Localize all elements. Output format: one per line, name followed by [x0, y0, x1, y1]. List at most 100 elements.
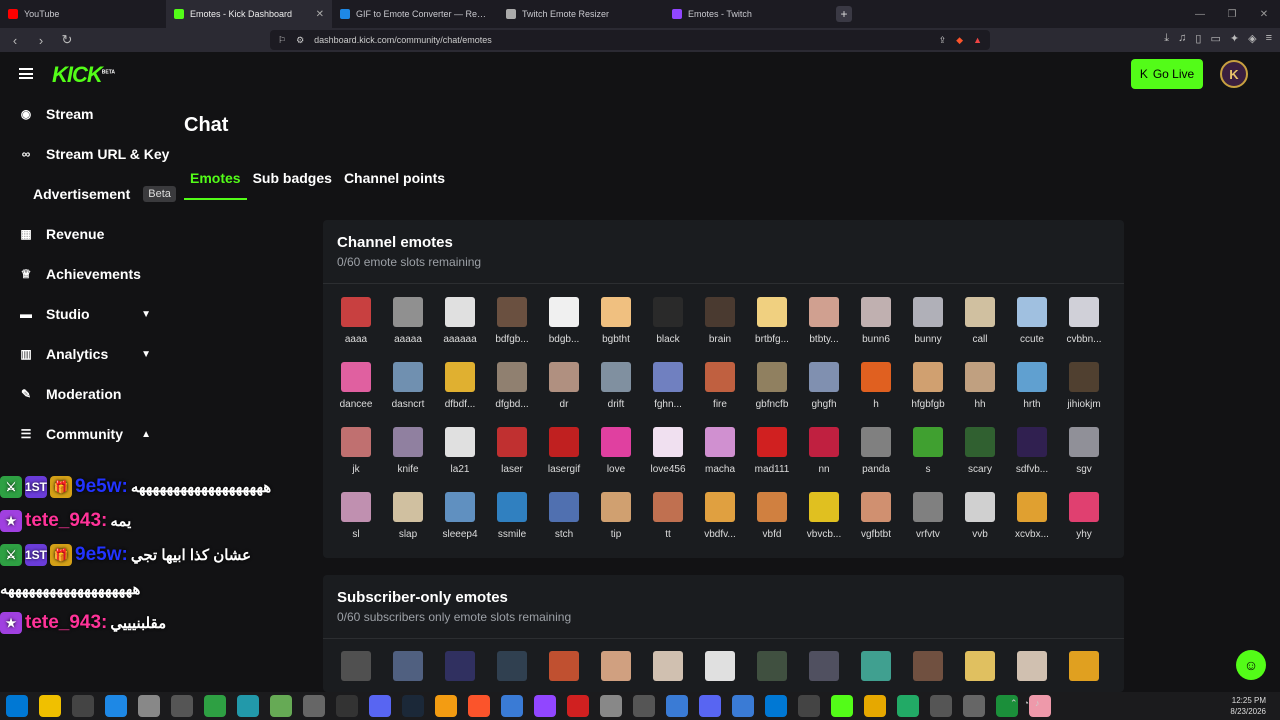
tab-channel-points[interactable]: Channel points	[338, 170, 451, 200]
emote-item[interactable]: aaaa	[330, 297, 382, 357]
media-icon[interactable]: ♫	[1178, 32, 1186, 45]
emote-item[interactable]: bdgb...	[538, 297, 590, 357]
leo-icon[interactable]: ✦	[1230, 32, 1239, 45]
taskbar-app-icon[interactable]	[797, 695, 820, 717]
emote-item[interactable]: black	[642, 297, 694, 357]
sidebar-item-advertisement[interactable]: Advertisement Beta	[0, 174, 176, 214]
taskbar-app-icon[interactable]	[104, 695, 127, 717]
emote-item[interactable]: dasncrt	[382, 362, 434, 422]
emote-item[interactable]: fire	[694, 362, 746, 422]
emote-item[interactable]: bunny	[902, 297, 954, 357]
bookmark-icon[interactable]: ⚐	[278, 35, 286, 46]
emote-item[interactable]: vbdfv...	[694, 492, 746, 552]
hamburger-menu-icon[interactable]	[19, 68, 33, 79]
taskbar-app-icon[interactable]	[335, 695, 358, 717]
emote-item[interactable]: dfgbd...	[486, 362, 538, 422]
browser-tab[interactable]: Emotes - Twitch	[664, 0, 830, 28]
emote-item[interactable]: macha	[694, 427, 746, 487]
emote-item[interactable]: s	[902, 427, 954, 487]
emote-item[interactable]: jihiokjm	[1058, 362, 1110, 422]
taskbar-app-icon[interactable]	[698, 695, 721, 717]
sidebar-item-moderation[interactable]: ✎ Moderation	[0, 374, 175, 414]
site-info-icon[interactable]: ⚙	[296, 35, 304, 46]
close-icon[interactable]: ✕	[1248, 9, 1280, 20]
emote-item[interactable]: laser	[486, 427, 538, 487]
taskbar-app-icon[interactable]	[434, 695, 457, 717]
taskbar-app-icon[interactable]	[368, 695, 391, 717]
emote-item[interactable]: slap	[382, 492, 434, 552]
taskbar-app-icon[interactable]	[830, 695, 853, 717]
go-live-button[interactable]: K Go Live	[1131, 59, 1203, 89]
taskbar-app-icon[interactable]	[269, 695, 292, 717]
taskbar-app-icon[interactable]	[137, 695, 160, 717]
emote-item[interactable]: tt	[642, 492, 694, 552]
taskbar-app-icon[interactable]	[5, 695, 28, 717]
taskbar-app-icon[interactable]	[665, 695, 688, 717]
emote-item[interactable]: mad111	[746, 427, 798, 487]
emote-item[interactable]: bgbtht	[590, 297, 642, 357]
emote-item[interactable]: hh	[954, 362, 1006, 422]
tab-close-icon[interactable]: ✕	[316, 9, 324, 20]
taskbar-app-icon[interactable]	[566, 695, 589, 717]
emote-item[interactable]: gbfncfb	[746, 362, 798, 422]
taskbar-app-icon[interactable]	[896, 695, 919, 717]
taskbar-app-icon[interactable]	[71, 695, 94, 717]
taskbar-app-icon[interactable]	[599, 695, 622, 717]
emote-item[interactable]: bdfgb...	[486, 297, 538, 357]
emote-item[interactable]: dancee	[330, 362, 382, 422]
taskbar-app-icon[interactable]	[929, 695, 952, 717]
browser-tab[interactable]: GIF to Emote Converter — Resize for Twit…	[332, 0, 498, 28]
sidebar-item-revenue[interactable]: ▦ Revenue	[0, 214, 175, 254]
browser-tab[interactable]: YouTube	[0, 0, 166, 28]
taskbar-app-icon[interactable]	[863, 695, 886, 717]
emote-item[interactable]: ghgfh	[798, 362, 850, 422]
emote-item[interactable]: love456	[642, 427, 694, 487]
sidebar-item-analytics[interactable]: ▥ Analytics ▼	[0, 334, 175, 374]
emote-item[interactable]: vvb	[954, 492, 1006, 552]
taskbar-app-icon[interactable]	[38, 695, 61, 717]
emote-item[interactable]: vbvcb...	[798, 492, 850, 552]
forward-icon[interactable]: ›	[34, 33, 48, 48]
emote-item[interactable]: nn	[798, 427, 850, 487]
emote-item[interactable]: aaaaaa	[434, 297, 486, 357]
emote-item[interactable]: love	[590, 427, 642, 487]
tray-icon[interactable]: ⌃	[1010, 698, 1018, 709]
sidebar-item-community[interactable]: ☰ Community ▲	[0, 414, 175, 454]
emote-item[interactable]: stch	[538, 492, 590, 552]
browser-tab[interactable]: Twitch Emote Resizer	[498, 0, 664, 28]
taskbar-app-icon[interactable]	[236, 695, 259, 717]
emote-item[interactable]: vgfbtbt	[850, 492, 902, 552]
emote-item[interactable]: jk	[330, 427, 382, 487]
emote-item[interactable]: aaaaa	[382, 297, 434, 357]
sidebar-icon[interactable]: ▯	[1195, 32, 1201, 45]
taskbar-app-icon[interactable]	[731, 695, 754, 717]
taskbar-app-icon[interactable]	[632, 695, 655, 717]
taskbar-app-icon[interactable]	[401, 695, 424, 717]
tab-sub-badges[interactable]: Sub badges	[247, 170, 338, 200]
sidebar-item-studio[interactable]: ▬ Studio ▼	[0, 294, 175, 334]
emote-item[interactable]: bunn6	[850, 297, 902, 357]
emote-item[interactable]: brain	[694, 297, 746, 357]
emote-item[interactable]: hfgbfgb	[902, 362, 954, 422]
taskbar-app-icon[interactable]	[203, 695, 226, 717]
emote-item[interactable]: tip	[590, 492, 642, 552]
emote-item[interactable]: lasergif	[538, 427, 590, 487]
emote-item[interactable]: xcvbx...	[1006, 492, 1058, 552]
back-icon[interactable]: ‹	[8, 33, 22, 48]
sidebar-item-stream[interactable]: ◉ Stream	[0, 94, 175, 134]
rewards-icon[interactable]: ▲	[973, 35, 982, 45]
emote-item[interactable]: hrth	[1006, 362, 1058, 422]
support-chat-icon[interactable]: ☺	[1236, 650, 1266, 680]
emote-item[interactable]: brtbfg...	[746, 297, 798, 357]
minimize-icon[interactable]: —	[1184, 9, 1216, 20]
emote-item[interactable]: sdfvb...	[1006, 427, 1058, 487]
reload-icon[interactable]: ↻	[60, 32, 74, 48]
taskbar-app-icon[interactable]	[764, 695, 787, 717]
browser-tab[interactable]: Emotes - Kick Dashboard ✕	[166, 0, 332, 28]
chevron-down-icon[interactable]: ▼	[141, 309, 151, 320]
emote-item[interactable]: sl	[330, 492, 382, 552]
volume-icon[interactable]: ♪	[1035, 698, 1040, 709]
kick-logo[interactable]: KICKBETA	[52, 62, 115, 88]
emote-item[interactable]: call	[954, 297, 1006, 357]
emote-item[interactable]: drift	[590, 362, 642, 422]
